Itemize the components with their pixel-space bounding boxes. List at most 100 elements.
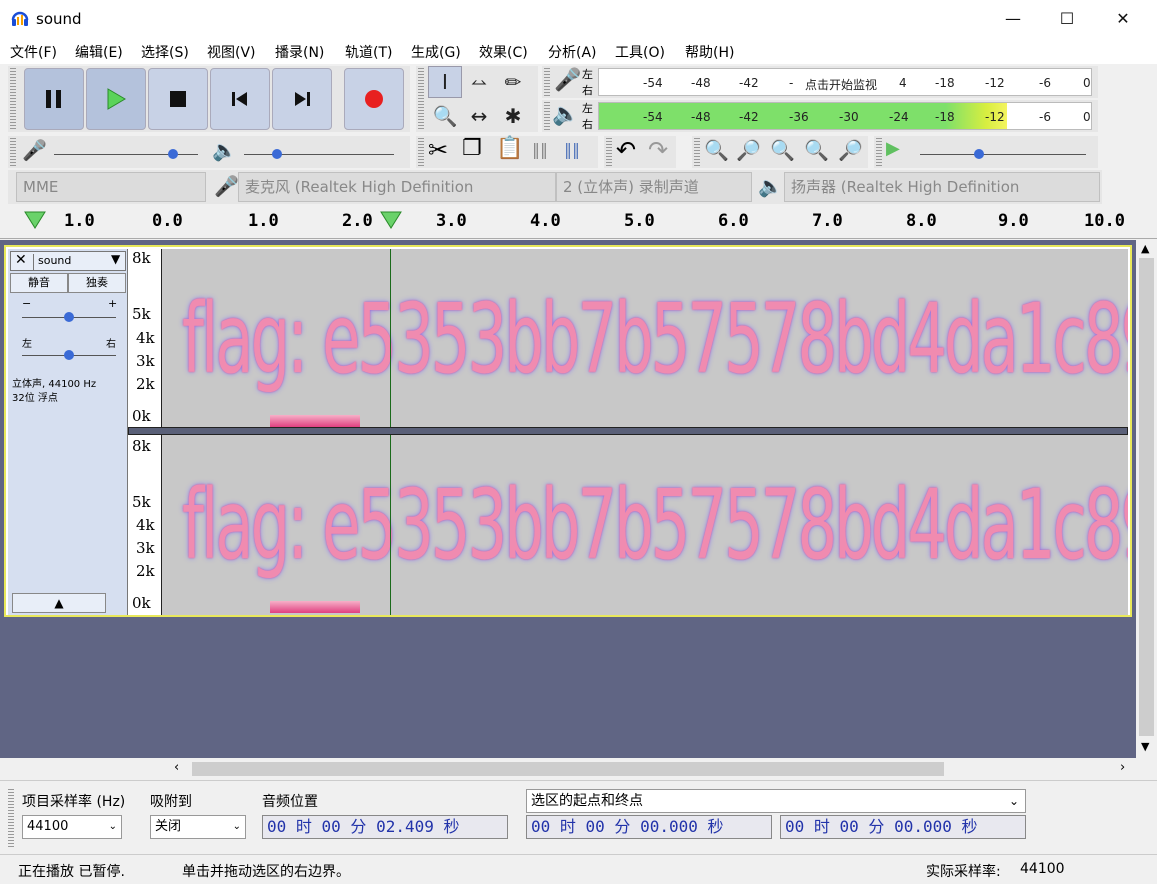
solo-button[interactable]: 独奏 xyxy=(68,273,126,293)
ruler-tick: 5.0 xyxy=(624,211,655,231)
undo-icon[interactable]: ↶ xyxy=(616,136,636,164)
audio-track[interactable]: ✕ sound ▼ 静音 独奏 − + 左 右 立体声, 44100 Hz 32… xyxy=(4,245,1132,617)
cut-icon[interactable]: ✂ xyxy=(428,136,448,164)
microphone-icon[interactable]: 🎤 xyxy=(554,68,581,93)
skip-start-icon xyxy=(232,92,247,106)
meter-tick: -48 xyxy=(691,76,711,90)
multi-tool-icon[interactable]: ✱ xyxy=(496,100,530,132)
menu-view[interactable]: 视图(V) xyxy=(207,42,256,62)
record-volume-thumb[interactable] xyxy=(168,149,178,159)
record-meter[interactable]: -54 -48 -42 - 点击开始监视 4 -18 -12 -6 0 xyxy=(598,68,1092,96)
vertical-scrollbar[interactable]: ▲ ▼ xyxy=(1136,240,1157,758)
toolbar-grip[interactable] xyxy=(8,789,14,847)
menu-tracks[interactable]: 轨道(T) xyxy=(345,42,392,62)
maximize-icon[interactable]: ☐ xyxy=(1044,5,1090,33)
pause-button[interactable] xyxy=(24,68,84,130)
playback-volume-thumb[interactable] xyxy=(272,149,282,159)
speaker-device-select[interactable]: 扬声器 (Realtek High Definition xyxy=(784,172,1100,202)
track-area[interactable]: ✕ sound ▼ 静音 独奏 − + 左 右 立体声, 44100 Hz 32… xyxy=(0,240,1136,758)
zoom-tool-icon[interactable]: 🔍 xyxy=(428,100,462,132)
timeshift-tool-icon[interactable]: ↔ xyxy=(462,100,496,132)
selection-mode-select[interactable]: 选区的起点和终点 ⌄ xyxy=(526,789,1026,813)
record-button[interactable] xyxy=(344,68,404,130)
mute-button[interactable]: 静音 xyxy=(10,273,68,293)
audio-position-field[interactable]: 00 时 00 分 02.409 秒 xyxy=(262,815,508,839)
menu-generate[interactable]: 生成(G) xyxy=(411,42,461,62)
selection-start-field[interactable]: 00 时 00 分 00.000 秒 xyxy=(526,815,772,839)
zoom-in-icon[interactable]: 🔍 xyxy=(704,138,729,162)
spectrogram-left[interactable]: flag: e5353bb7b57578bd4da1c898a8e2d767 xyxy=(162,249,1128,427)
track-menu-arrow-icon[interactable]: ▼ xyxy=(111,252,120,266)
menu-transport[interactable]: 播录(N) xyxy=(275,42,324,62)
channels-select[interactable]: 2 (立体声) 录制声道 xyxy=(556,172,752,202)
dropdown-arrow-icon: ⌄ xyxy=(108,821,117,832)
menu-select[interactable]: 选择(S) xyxy=(141,42,189,62)
spectrogram-right[interactable]: flag: e5353bb7b57578bd4da1c898a8e2d767 xyxy=(162,435,1128,615)
ruler-tick: 4.0 xyxy=(530,211,561,231)
scroll-up-icon[interactable]: ▲ xyxy=(1141,242,1149,255)
collapse-track-button[interactable]: ▲ xyxy=(12,593,106,613)
scroll-left-icon[interactable]: ‹ xyxy=(174,760,179,775)
paste-icon[interactable]: 📋 xyxy=(496,136,523,161)
menu-help[interactable]: 帮助(H) xyxy=(685,42,734,62)
vertical-scroll-thumb[interactable] xyxy=(1139,258,1154,736)
selection-end-field[interactable]: 00 时 00 分 00.000 秒 xyxy=(780,815,1026,839)
zoom-out-icon[interactable]: 🔎 xyxy=(736,138,761,162)
track-control-panel[interactable]: ✕ sound ▼ 静音 独奏 − + 左 右 立体声, 44100 Hz 32… xyxy=(8,249,128,615)
project-rate-select[interactable]: 44100 ⌄ xyxy=(22,815,122,839)
timeline-ruler[interactable]: 1.0 0.0 1.0 2.0 3.0 4.0 5.0 6.0 7.0 8.0 … xyxy=(0,205,1157,239)
track-name-menu[interactable]: sound xyxy=(33,254,105,270)
fit-project-icon[interactable]: 🔍 xyxy=(804,138,829,162)
copy-icon[interactable]: ❐ xyxy=(462,136,482,161)
scroll-right-icon[interactable]: › xyxy=(1120,760,1125,775)
toolbar-grip[interactable] xyxy=(606,138,612,166)
envelope-tool-icon[interactable]: ⥎ xyxy=(462,66,496,98)
play-at-speed-icon[interactable]: ▶ xyxy=(886,138,900,159)
host-select[interactable]: MME xyxy=(16,172,206,202)
toolbar-grip[interactable] xyxy=(10,138,16,166)
frequency-scale-top[interactable]: 8k 5k 4k 3k 2k 0k xyxy=(128,249,162,427)
menu-tools[interactable]: 工具(O) xyxy=(615,42,665,62)
pan-thumb[interactable] xyxy=(64,350,74,360)
toolbar-grip[interactable] xyxy=(876,138,882,166)
draw-tool-icon[interactable]: ✏ xyxy=(496,66,530,98)
close-window-icon[interactable]: ✕ xyxy=(1100,5,1146,33)
playback-meter[interactable]: -54 -48 -42 -36 -30 -24 -18 -12 -6 0 xyxy=(598,102,1092,130)
menu-file[interactable]: 文件(F) xyxy=(10,42,57,62)
track-close-icon[interactable]: ✕ xyxy=(15,252,27,268)
fit-selection-icon[interactable]: 🔍 xyxy=(770,138,795,162)
horizontal-scroll-thumb[interactable] xyxy=(192,762,944,776)
toolbar-grip[interactable] xyxy=(10,68,16,130)
selection-toolbar: 项目采样率 (Hz) 44100 ⌄ 吸附到 关闭 ⌄ 音频位置 00 时 00 分… xyxy=(0,780,1157,854)
skip-start-button[interactable] xyxy=(210,68,270,130)
stop-button[interactable] xyxy=(148,68,208,130)
toolbar-grip[interactable] xyxy=(544,68,550,96)
silence-icon[interactable]: ‖‖ xyxy=(564,140,580,159)
toolbar-grip[interactable] xyxy=(544,102,550,130)
zoom-toggle-icon[interactable]: 🔎 xyxy=(838,138,863,162)
minimize-icon[interactable]: — xyxy=(990,5,1036,33)
scroll-down-icon[interactable]: ▼ xyxy=(1141,740,1149,753)
freq-label: 5k xyxy=(132,493,151,511)
redo-icon[interactable]: ↷ xyxy=(648,136,668,164)
horizontal-scrollbar[interactable]: ‹ › xyxy=(170,758,1136,780)
selection-mode-value: 选区的起点和终点 xyxy=(531,793,643,809)
menu-analyze[interactable]: 分析(A) xyxy=(548,42,597,62)
menu-effect[interactable]: 效果(C) xyxy=(479,42,528,62)
mic-device-select[interactable]: 麦克风 (Realtek High Definition xyxy=(238,172,556,202)
skip-end-button[interactable] xyxy=(272,68,332,130)
toolbar-grip[interactable] xyxy=(418,138,424,166)
menu-edit[interactable]: 编辑(E) xyxy=(75,42,123,62)
trim-icon[interactable]: ‖‖ xyxy=(532,140,548,159)
play-button[interactable] xyxy=(86,68,146,130)
toolbar-grip[interactable] xyxy=(418,68,424,130)
snap-to-select[interactable]: 关闭 ⌄ xyxy=(150,815,246,839)
gain-thumb[interactable] xyxy=(64,312,74,322)
speed-slider[interactable] xyxy=(920,154,1086,155)
toolbar-grip[interactable] xyxy=(694,138,700,166)
playback-volume-slider[interactable] xyxy=(244,154,394,155)
frequency-scale-bottom[interactable]: 8k 5k 4k 3k 2k 0k xyxy=(128,435,162,615)
speaker-icon[interactable]: 🔈 xyxy=(552,102,579,127)
selection-tool-icon[interactable]: I xyxy=(428,66,462,98)
speed-thumb[interactable] xyxy=(974,149,984,159)
